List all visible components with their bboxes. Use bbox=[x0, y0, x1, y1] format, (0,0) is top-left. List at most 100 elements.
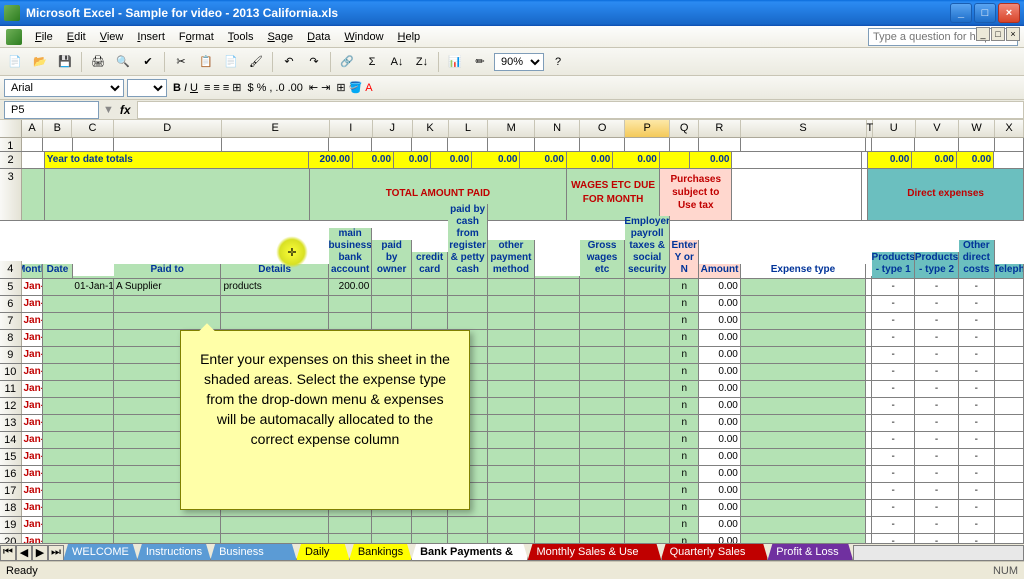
merge-button[interactable]: ⊞ bbox=[232, 81, 241, 94]
col-header-K[interactable]: K bbox=[413, 120, 449, 137]
maximize-button[interactable]: □ bbox=[974, 3, 996, 23]
menu-data[interactable]: Data bbox=[300, 29, 337, 45]
bold-button[interactable]: B bbox=[173, 82, 181, 94]
close-button[interactable]: × bbox=[998, 3, 1020, 23]
drawing-button[interactable]: ✏ bbox=[469, 51, 491, 73]
sheet-tab[interactable]: Instructions bbox=[137, 544, 211, 561]
font-color-button[interactable]: A bbox=[365, 82, 372, 94]
save-button[interactable]: 💾 bbox=[54, 51, 76, 73]
preview-button[interactable]: 🔍 bbox=[112, 51, 134, 73]
new-button[interactable]: 📄 bbox=[4, 51, 26, 73]
row-header-13[interactable]: 13 bbox=[0, 415, 22, 431]
name-box[interactable]: P5 bbox=[4, 101, 99, 119]
zoom-select[interactable]: 90% bbox=[494, 53, 544, 71]
menu-window[interactable]: Window bbox=[337, 29, 390, 45]
cut-button[interactable]: ✂ bbox=[170, 51, 192, 73]
mdi-restore[interactable]: □ bbox=[991, 27, 1005, 41]
col-header-W[interactable]: W bbox=[959, 120, 995, 137]
row-header-15[interactable]: 15 bbox=[0, 449, 22, 465]
col-header-B[interactable]: B bbox=[43, 120, 72, 137]
sheet-tab[interactable]: Bank Payments & Expenses bbox=[411, 544, 528, 561]
undo-button[interactable]: ↶ bbox=[278, 51, 300, 73]
row-header-20[interactable]: 20 bbox=[0, 534, 22, 543]
col-header-L[interactable]: L bbox=[449, 120, 489, 137]
row-header-5[interactable]: 5 bbox=[0, 279, 22, 295]
dec-indent-button[interactable]: ⇤ bbox=[309, 81, 318, 94]
italic-button[interactable]: I bbox=[184, 82, 187, 94]
percent-button[interactable]: % bbox=[257, 82, 267, 94]
spell-button[interactable]: ✔ bbox=[137, 51, 159, 73]
formula-bar[interactable] bbox=[137, 101, 1024, 119]
sheet-tab[interactable]: WELCOME bbox=[63, 544, 138, 561]
print-button[interactable]: 🖨 bbox=[87, 51, 109, 73]
col-header-J[interactable]: J bbox=[373, 120, 413, 137]
menu-file[interactable]: File bbox=[28, 29, 60, 45]
autosum-button[interactable]: Σ bbox=[361, 51, 383, 73]
minimize-button[interactable]: _ bbox=[950, 3, 972, 23]
sheet-tab[interactable]: Bankings bbox=[349, 544, 412, 561]
select-all-corner[interactable] bbox=[0, 120, 22, 137]
inc-decimal-button[interactable]: .0 bbox=[275, 82, 284, 94]
menu-tools[interactable]: Tools bbox=[221, 29, 261, 45]
tab-prev-button[interactable]: ◀ bbox=[16, 545, 32, 561]
col-header-U[interactable]: U bbox=[873, 120, 916, 137]
row-header-9[interactable]: 9 bbox=[0, 347, 22, 363]
col-header-C[interactable]: C bbox=[72, 120, 113, 137]
sheet-tab[interactable]: Profit & Loss accoun bbox=[767, 544, 853, 561]
paste-button[interactable]: 📄 bbox=[220, 51, 242, 73]
row-header-12[interactable]: 12 bbox=[0, 398, 22, 414]
font-select[interactable]: Arial bbox=[4, 79, 124, 97]
menu-format[interactable]: Format bbox=[172, 29, 221, 45]
col-header-N[interactable]: N bbox=[535, 120, 580, 137]
row-header-10[interactable]: 10 bbox=[0, 364, 22, 380]
row-header-17[interactable]: 17 bbox=[0, 483, 22, 499]
col-header-X[interactable]: X bbox=[995, 120, 1024, 137]
col-header-A[interactable]: A bbox=[22, 120, 44, 137]
horizontal-scrollbar[interactable] bbox=[853, 545, 1024, 561]
sheet-tab[interactable]: Monthly Sales & Use Tax Summary bbox=[527, 544, 661, 561]
col-header-E[interactable]: E bbox=[222, 120, 330, 137]
align-center-button[interactable]: ≡ bbox=[213, 82, 219, 94]
sort-desc-button[interactable]: Z↓ bbox=[411, 51, 433, 73]
help-button[interactable]: ? bbox=[547, 51, 569, 73]
redo-button[interactable]: ↷ bbox=[303, 51, 325, 73]
chart-button[interactable]: 📊 bbox=[444, 51, 466, 73]
col-header-Q[interactable]: Q bbox=[670, 120, 699, 137]
col-header-O[interactable]: O bbox=[580, 120, 625, 137]
row-header-16[interactable]: 16 bbox=[0, 466, 22, 482]
align-left-button[interactable]: ≡ bbox=[204, 82, 210, 94]
row-header-18[interactable]: 18 bbox=[0, 500, 22, 516]
sheet-tab[interactable]: Business information bbox=[210, 544, 297, 561]
menu-help[interactable]: Help bbox=[391, 29, 428, 45]
inc-indent-button[interactable]: ⇥ bbox=[321, 81, 330, 94]
format-painter-button[interactable]: 🖌 bbox=[245, 51, 267, 73]
fill-color-button[interactable]: 🪣 bbox=[349, 81, 363, 94]
tab-next-button[interactable]: ▶ bbox=[32, 545, 48, 561]
tab-first-button[interactable]: ⏮ bbox=[0, 545, 16, 561]
align-right-button[interactable]: ≡ bbox=[223, 82, 229, 94]
row-header-4[interactable]: 4 bbox=[0, 261, 22, 278]
comma-button[interactable]: , bbox=[269, 82, 272, 94]
col-header-V[interactable]: V bbox=[916, 120, 959, 137]
menu-edit[interactable]: Edit bbox=[60, 29, 93, 45]
row-header-1[interactable]: 1 bbox=[0, 138, 22, 151]
row-header-14[interactable]: 14 bbox=[0, 432, 22, 448]
fx-icon[interactable]: fx bbox=[120, 103, 131, 117]
mdi-minimize[interactable]: _ bbox=[976, 27, 990, 41]
tab-last-button[interactable]: ⏭ bbox=[48, 545, 64, 561]
row-header-2[interactable]: 2 bbox=[0, 152, 22, 168]
hyperlink-button[interactable]: 🔗 bbox=[336, 51, 358, 73]
col-header-M[interactable]: M bbox=[488, 120, 535, 137]
menu-view[interactable]: View bbox=[93, 29, 131, 45]
row-header-7[interactable]: 7 bbox=[0, 313, 22, 329]
open-button[interactable]: 📂 bbox=[29, 51, 51, 73]
dec-decimal-button[interactable]: .00 bbox=[288, 82, 303, 94]
col-header-I[interactable]: I bbox=[330, 120, 373, 137]
row-header-11[interactable]: 11 bbox=[0, 381, 22, 397]
row-header-6[interactable]: 6 bbox=[0, 296, 22, 312]
row-header-8[interactable]: 8 bbox=[0, 330, 22, 346]
row-header-19[interactable]: 19 bbox=[0, 517, 22, 533]
currency-button[interactable]: $ bbox=[247, 82, 253, 94]
sheet-tab[interactable]: Quarterly Sales Tax returns bbox=[661, 544, 769, 561]
row-header-3[interactable]: 3 bbox=[0, 169, 22, 220]
